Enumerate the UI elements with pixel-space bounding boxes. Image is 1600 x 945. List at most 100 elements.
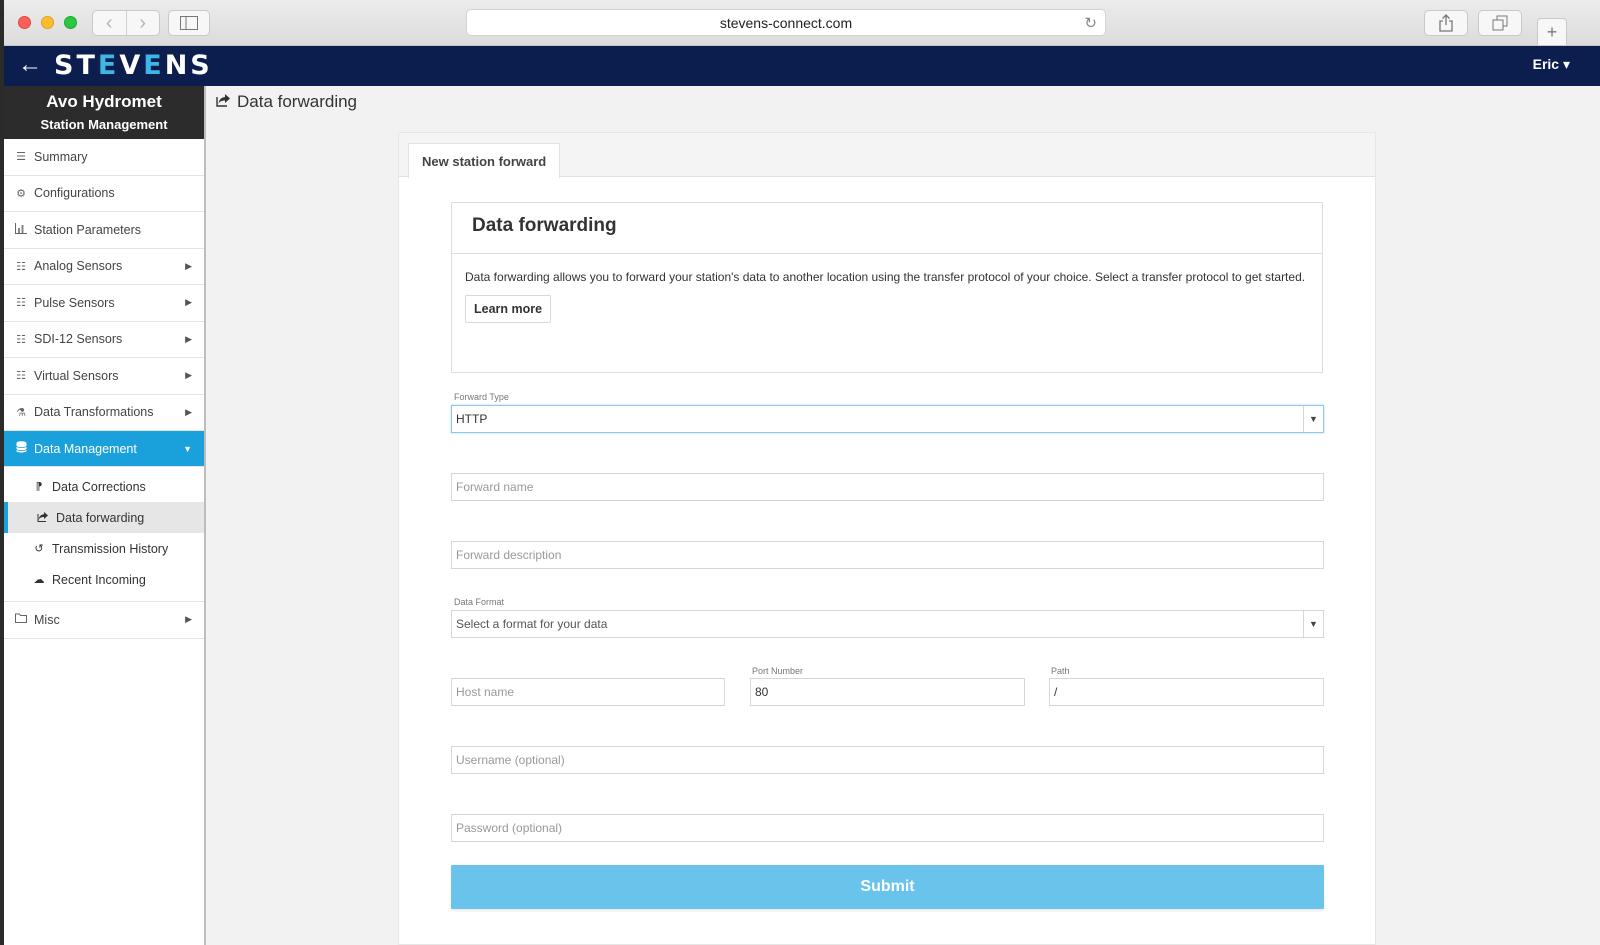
browser-back-icon[interactable]: ‹ <box>93 11 126 35</box>
info-title: Data forwarding <box>452 203 1322 254</box>
station-name: Avo Hydromet <box>46 92 162 111</box>
tabs-overview-icon[interactable] <box>1478 10 1522 36</box>
data-format-label: Data Format <box>454 597 505 607</box>
sidebar-item-misc[interactable]: Misc ▶ <box>4 602 204 639</box>
port-number-input[interactable]: 80 <box>750 678 1025 706</box>
tab-new-station-forward[interactable]: New station forward <box>408 143 561 178</box>
share-icon <box>36 511 50 525</box>
data-management-submenu: ⁋ Data Corrections Data forwarding ↺ Tra… <box>4 467 204 602</box>
caret-right-icon: ▶ <box>185 297 192 308</box>
sidebar-item-label: Configurations <box>34 186 115 201</box>
sidebar-subitem-label: Transmission History <box>52 541 169 556</box>
share-icon[interactable] <box>1424 10 1468 36</box>
user-menu[interactable]: Eric ▾ <box>1533 56 1570 73</box>
port-number-value: 80 <box>755 685 769 699</box>
sidebar-subitem-label: Data forwarding <box>56 510 145 525</box>
zoom-window-button[interactable] <box>64 16 77 29</box>
caret-right-icon: ▶ <box>185 406 192 417</box>
url-text: stevens-connect.com <box>719 14 853 31</box>
caret-right-icon: ▶ <box>185 370 192 381</box>
sidebar-item-label: SDI-12 Sensors <box>34 332 123 347</box>
sidebar: Avo Hydromet Station Management ☰ Summar… <box>4 86 206 945</box>
sidebar-toggle-icon[interactable] <box>168 10 210 36</box>
sidebar-item-summary[interactable]: ☰ Summary <box>4 139 204 176</box>
sidebar-subitem-recent-incoming[interactable]: ☁ Recent Incoming <box>4 564 204 595</box>
database-icon <box>14 441 28 456</box>
sidebar-item-analog-sensors[interactable]: ☷ Analog Sensors ▶ <box>4 249 204 285</box>
browser-forward-icon[interactable]: › <box>125 11 160 35</box>
station-header: Avo Hydromet Station Management <box>4 86 204 139</box>
info-panel: Data forwarding Data forwarding allows y… <box>451 202 1323 373</box>
station-subtitle: Station Management <box>40 117 168 132</box>
history-icon: ↺ <box>34 543 44 555</box>
sidebar-subitem-label: Data Corrections <box>52 479 146 494</box>
data-format-placeholder: Select a format for your data <box>456 617 608 631</box>
sidebar-subitem-label: Recent Incoming <box>52 572 146 587</box>
sliders-icon: ☷ <box>16 370 26 383</box>
sliders-icon: ☷ <box>16 297 26 310</box>
sidebar-item-label: Data Transformations <box>34 405 154 420</box>
path-value: / <box>1054 685 1058 699</box>
sidebar-item-label: Virtual Sensors <box>34 368 119 383</box>
list-icon: ☰ <box>16 151 26 164</box>
close-window-button[interactable] <box>18 16 31 29</box>
minimize-window-button[interactable] <box>41 16 54 29</box>
browser-window: ‹ › stevens-connect.com ↻ + ← STEVENS Er… <box>4 0 1600 945</box>
chevron-down-icon: ▼ <box>1303 611 1323 637</box>
sidebar-item-configurations[interactable]: ⚙ Configurations <box>4 176 204 212</box>
page-title-text: Data forwarding <box>237 92 358 111</box>
port-number-label: Port Number <box>752 666 804 676</box>
sidebar-item-data-management[interactable]: Data Management ▼ <box>4 431 204 467</box>
chevron-down-icon: ▼ <box>1303 406 1323 432</box>
learn-more-button[interactable]: Learn more <box>465 294 552 323</box>
share-icon <box>216 93 231 111</box>
sidebar-item-label: Misc <box>34 612 60 627</box>
sidebar-subitem-transmission-history[interactable]: ↺ Transmission History <box>4 533 204 564</box>
correction-icon: ⁋ <box>35 481 43 493</box>
path-input[interactable]: / <box>1049 678 1324 706</box>
data-format-select[interactable]: Select a format for your data ▼ <box>451 610 1324 638</box>
caret-right-icon: ▶ <box>185 260 192 271</box>
sidebar-item-label: Pulse Sensors <box>34 295 115 310</box>
submit-button[interactable]: Submit <box>451 865 1324 909</box>
forward-description-placeholder: Forward description <box>456 548 562 562</box>
sidebar-subitem-data-corrections[interactable]: ⁋ Data Corrections <box>4 471 204 502</box>
stevens-logo[interactable]: STEVENS <box>54 49 213 83</box>
forward-name-input[interactable]: Forward name <box>451 473 1324 501</box>
browser-toolbar: ‹ › stevens-connect.com ↻ + <box>4 0 1600 46</box>
host-name-placeholder: Host name <box>456 685 515 699</box>
folder-icon <box>14 613 28 626</box>
back-arrow-icon[interactable]: ← <box>18 52 42 78</box>
new-tab-icon[interactable]: + <box>1537 18 1567 46</box>
page-title: Data forwarding <box>216 92 357 112</box>
password-placeholder: Password (optional) <box>456 821 563 835</box>
sidebar-subitem-data-forwarding[interactable]: Data forwarding <box>4 502 204 533</box>
sidebar-item-pulse-sensors[interactable]: ☷ Pulse Sensors ▶ <box>4 285 204 322</box>
username-input[interactable]: Username (optional) <box>451 746 1324 774</box>
sidebar-item-data-transformations[interactable]: ⚗ Data Transformations ▶ <box>4 395 204 431</box>
password-input[interactable]: Password (optional) <box>451 814 1324 842</box>
forward-name-placeholder: Forward name <box>456 480 534 494</box>
forward-description-input[interactable]: Forward description <box>451 541 1324 569</box>
forward-type-select[interactable]: HTTP ▼ <box>451 405 1324 433</box>
sidebar-item-virtual-sensors[interactable]: ☷ Virtual Sensors ▶ <box>4 358 204 395</box>
host-name-input[interactable]: Host name <box>451 678 725 706</box>
caret-down-icon: ▼ <box>183 443 192 454</box>
forward-card: New station forward Data forwarding Data… <box>398 132 1376 945</box>
flask-icon: ⚗ <box>16 406 26 419</box>
sidebar-item-label: Data Management <box>34 441 137 456</box>
sliders-icon: ☷ <box>16 333 26 346</box>
caret-right-icon: ▶ <box>185 333 192 344</box>
sidebar-item-label: Station Parameters <box>34 222 141 237</box>
gear-icon: ⚙ <box>16 187 26 200</box>
forward-type-label: Forward Type <box>454 392 509 402</box>
username-placeholder: Username (optional) <box>456 753 565 767</box>
sidebar-item-label: Summary <box>34 149 88 164</box>
tab-bar: New station forward <box>399 133 1375 178</box>
sidebar-item-sdi12-sensors[interactable]: ☷ SDI-12 Sensors ▶ <box>4 322 204 358</box>
info-description: Data forwarding allows you to forward yo… <box>465 270 1306 284</box>
reload-icon[interactable]: ↻ <box>1084 14 1097 32</box>
address-bar[interactable]: stevens-connect.com ↻ <box>466 9 1106 36</box>
sliders-icon: ☷ <box>16 260 26 273</box>
sidebar-item-station-parameters[interactable]: Station Parameters <box>4 212 204 249</box>
